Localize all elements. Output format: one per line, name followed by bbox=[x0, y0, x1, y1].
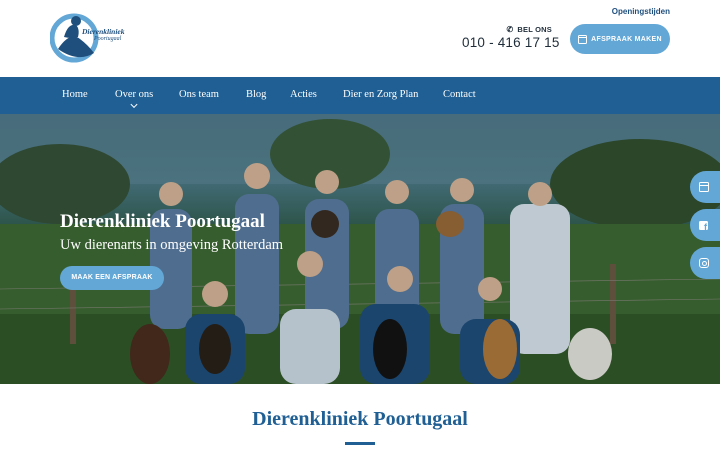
chevron-down-icon bbox=[130, 100, 138, 109]
call-block[interactable]: ✆ BEL ONS 010 - 416 17 15 bbox=[462, 25, 559, 50]
phone-icon: ✆ bbox=[506, 25, 514, 34]
opening-hours-link[interactable]: Openingstijden bbox=[612, 7, 670, 16]
hero-title: Dierenkliniek Poortugaal bbox=[60, 211, 265, 232]
nav-item-label: Over ons bbox=[115, 89, 154, 100]
nav-item-contact[interactable]: Contact bbox=[443, 77, 476, 114]
main-nav: Home Over ons Ons team Blog Acties Dier … bbox=[0, 77, 720, 114]
clinic-logo[interactable]: Dierenkliniek Poortugaal bbox=[50, 9, 130, 67]
facebook-icon bbox=[699, 220, 708, 232]
call-label: BEL ONS bbox=[517, 25, 552, 34]
calendar-icon bbox=[578, 34, 588, 44]
section-title: Dierenkliniek Poortugaal bbox=[252, 408, 468, 430]
logo-name: Dierenkliniek bbox=[82, 27, 125, 36]
book-appointment-button[interactable]: MAAK EEN AFSPRAAK bbox=[60, 266, 164, 290]
nav-item-blog[interactable]: Blog bbox=[246, 77, 266, 114]
nav-item-over-ons[interactable]: Over ons bbox=[115, 77, 153, 114]
nav-item-dier-en-zorg-plan[interactable]: Dier en Zorg Plan bbox=[343, 77, 418, 114]
nav-item-acties[interactable]: Acties bbox=[290, 77, 317, 114]
side-appointment-button[interactable] bbox=[690, 171, 720, 203]
side-instagram-button[interactable] bbox=[690, 247, 720, 279]
calendar-icon bbox=[699, 182, 709, 192]
phone-number[interactable]: 010 - 416 17 15 bbox=[462, 35, 559, 50]
section-divider bbox=[345, 442, 375, 445]
nav-item-ons-team[interactable]: Ons team bbox=[179, 77, 219, 114]
appointment-button-label: AFSPRAAK MAKEN bbox=[591, 35, 662, 43]
instagram-icon bbox=[699, 258, 709, 268]
appointment-button[interactable]: AFSPRAAK MAKEN bbox=[570, 24, 670, 54]
site-header: Dierenkliniek Poortugaal Openingstijden … bbox=[0, 0, 720, 77]
nav-item-home[interactable]: Home bbox=[62, 77, 88, 114]
side-facebook-button[interactable] bbox=[690, 209, 720, 241]
hero-subtitle: Uw dierenarts in omgeving Rotterdam bbox=[60, 237, 284, 253]
hero-banner: Dierenkliniek Poortugaal Uw dierenarts i… bbox=[0, 114, 720, 384]
call-label-row: ✆ BEL ONS bbox=[462, 25, 552, 34]
logo-subtitle: Poortugaal bbox=[94, 36, 122, 42]
